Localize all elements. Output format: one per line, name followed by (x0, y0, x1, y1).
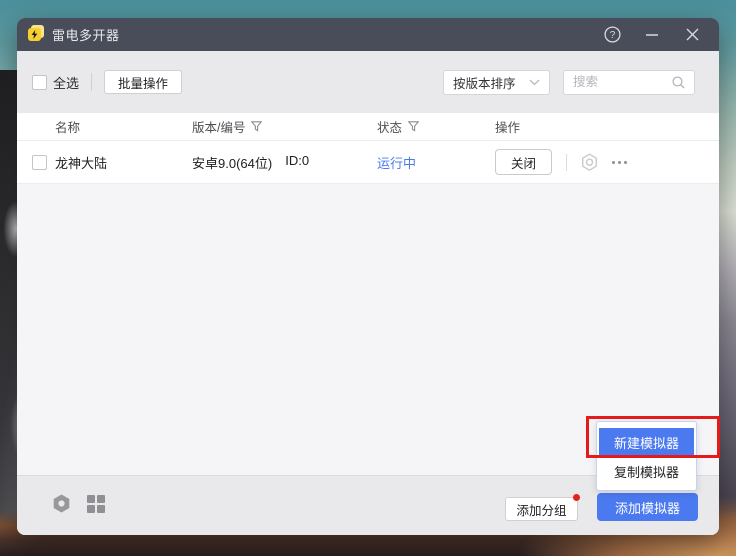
select-all-label: 全选 (53, 73, 79, 92)
grid-view-icon[interactable] (87, 495, 105, 513)
add-emulator-button[interactable]: 添加模拟器 (597, 493, 698, 521)
instance-settings-icon[interactable] (579, 152, 600, 173)
status-badge: 运行中 (377, 156, 416, 171)
help-button[interactable]: ? (599, 23, 625, 47)
notification-dot (573, 494, 580, 501)
select-all-checkbox[interactable] (32, 75, 47, 90)
search-box (563, 70, 695, 95)
version-filter-icon[interactable] (251, 121, 262, 132)
minimize-button[interactable] (639, 23, 665, 47)
menu-item-copy-emulator[interactable]: 复制模拟器 (599, 456, 694, 486)
toolbar: 全选 批量操作 按版本排序 (17, 51, 719, 113)
svg-text:?: ? (609, 30, 615, 41)
titlebar[interactable]: 雷电多开器 ? (17, 18, 719, 51)
header-name: 名称 (55, 117, 80, 136)
add-group-button[interactable]: 添加分组 (505, 497, 578, 521)
status-filter-icon[interactable] (408, 121, 419, 132)
annotation-highlight-box (586, 416, 720, 458)
instance-version: 安卓9.0(64位) (192, 153, 272, 172)
close-instance-button[interactable]: 关闭 (495, 149, 552, 175)
table-header: 名称 版本/编号 状态 操作 (17, 113, 719, 141)
window-title: 雷电多开器 (52, 25, 120, 44)
chevron-down-icon (529, 79, 540, 86)
ops-divider (566, 154, 567, 171)
close-button[interactable] (679, 23, 705, 47)
settings-icon[interactable] (51, 493, 72, 515)
toolbar-divider (91, 73, 92, 91)
sort-dropdown-value: 按版本排序 (453, 73, 516, 92)
batch-operations-button[interactable]: 批量操作 (104, 70, 182, 94)
header-version: 版本/编号 (192, 117, 245, 136)
app-logo-icon (28, 27, 44, 42)
search-icon (672, 76, 685, 89)
sort-dropdown[interactable]: 按版本排序 (443, 70, 550, 95)
more-options-icon[interactable] (612, 161, 627, 164)
table-row[interactable]: 龙神大陆 安卓9.0(64位) ID:0 运行中 关闭 (17, 141, 719, 184)
instance-id: ID:0 (285, 153, 309, 172)
search-input[interactable] (573, 75, 663, 89)
header-status: 状态 (377, 117, 402, 136)
row-checkbox[interactable] (32, 155, 47, 170)
header-operations: 操作 (495, 117, 520, 136)
